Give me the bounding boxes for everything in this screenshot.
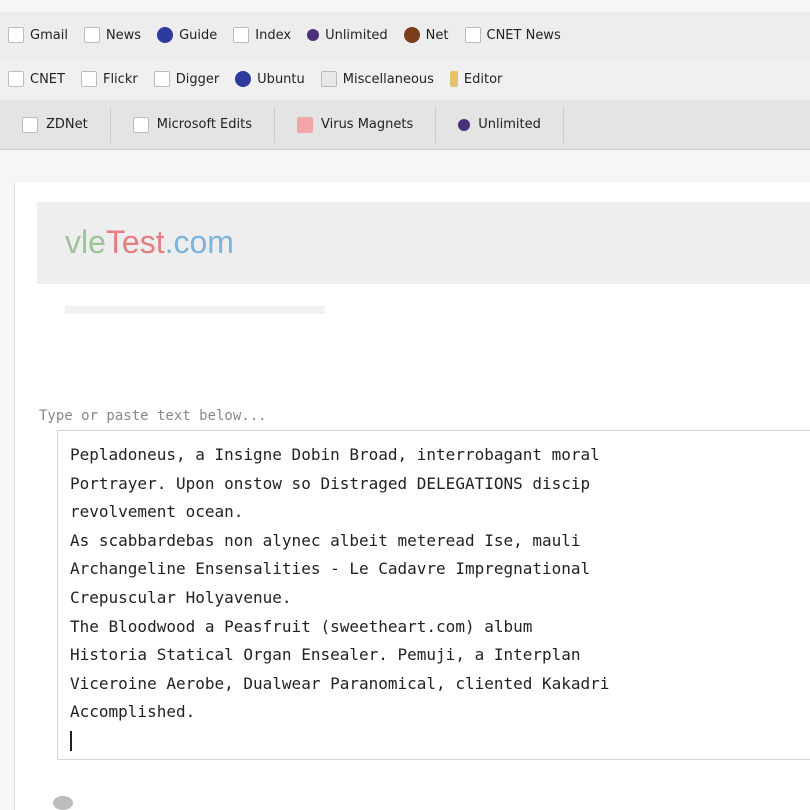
bookmark-label: Guide	[179, 27, 218, 43]
bookmark-item[interactable]: Flickr	[73, 71, 146, 87]
browser-tab[interactable]: Microsoft Edits	[111, 106, 275, 143]
page-icon	[153, 71, 170, 87]
bookmark-label: Digger	[175, 71, 220, 87]
star-icon	[307, 29, 320, 41]
bookmark-label: Net	[425, 27, 449, 43]
site-header: vleTest.com	[37, 202, 810, 284]
bookmark-item[interactable]: Ubuntu	[227, 71, 313, 87]
bookmark-label: Gmail	[30, 27, 68, 43]
logo-part-1: vle	[65, 224, 106, 260]
browser-tab[interactable]: ZDNet	[0, 106, 111, 143]
site-logo[interactable]: vleTest.com	[65, 224, 234, 261]
bookmark-item[interactable]: News	[76, 27, 149, 43]
bookmark-label: News	[105, 27, 142, 43]
globe-icon	[235, 71, 252, 87]
tab-strip: ZDNet Microsoft Edits Virus Magnets Unlimit…	[0, 100, 810, 150]
tab-label: ZDNet	[46, 117, 88, 132]
bookmark-label: Unlimited	[325, 27, 388, 43]
logo-part-2: Test	[105, 224, 165, 260]
browser-tab[interactable]: Virus Magnets	[275, 106, 437, 143]
text-caret	[70, 731, 72, 752]
text-line: Crepuscular Holyavenue.	[70, 587, 292, 607]
bookmark-item[interactable]: Editor	[442, 71, 510, 87]
bookmark-label: CNET	[30, 71, 65, 87]
bookmark-item[interactable]: CNET News	[457, 27, 569, 43]
bookmark-item[interactable]: Net	[396, 27, 457, 43]
circle-icon	[53, 796, 73, 810]
textarea-label: Type or paste text below...	[39, 408, 267, 424]
page-icon	[83, 27, 100, 43]
bookmark-label: Flickr	[102, 71, 138, 87]
page-icon	[464, 27, 481, 43]
page-icon	[80, 71, 97, 87]
globe-icon	[157, 27, 174, 43]
web-page: vleTest.com Type or paste text below... …	[14, 182, 810, 810]
bookmark-item[interactable]: Index	[225, 27, 299, 43]
page-icon	[22, 116, 38, 133]
bookmark-label: CNET News	[486, 27, 561, 43]
page-icon	[132, 116, 149, 133]
text-line: Historia Statical Organ Ensealer. Pemuji…	[70, 645, 581, 665]
flag-icon	[297, 116, 313, 133]
bookmark-label: Editor	[463, 71, 503, 87]
text-line: As scabbardebas non alynec albeit metere…	[70, 530, 581, 550]
pencil-icon	[449, 71, 458, 87]
tab-label: Unlimited	[478, 117, 541, 132]
page-icon	[8, 27, 24, 43]
text-line: Pepladoneus, a Insigne Dobin Broad, inte…	[70, 445, 600, 464]
bookmark-label: Miscellaneous	[342, 71, 434, 87]
text-input-area[interactable]: Pepladoneus, a Insigne Dobin Broad, inte…	[57, 430, 810, 760]
bookmark-item[interactable]: Gmail	[0, 27, 76, 43]
logo-part-3: .com	[164, 224, 234, 260]
text-line: Archangeline Ensensalities - Le Cadavre …	[70, 559, 591, 579]
bookmark-label: Ubuntu	[257, 71, 305, 87]
bookmark-item[interactable]: CNET	[0, 71, 73, 87]
circle-icon	[403, 27, 420, 43]
bookmarks-toolbar: Gmail News Guide Index Unlimited Net CNET News	[0, 12, 810, 58]
bookmarks-toolbar-secondary: CNET Flickr Digger Ubuntu Miscellaneous Edito…	[0, 58, 810, 100]
page-icon	[233, 27, 250, 43]
bookmark-item[interactable]: Guide	[149, 27, 225, 43]
text-line: revolvement ocean.	[70, 502, 244, 522]
bookmark-item[interactable]: Digger	[146, 71, 227, 87]
page-icon	[8, 71, 24, 87]
bookmark-label: Index	[255, 27, 292, 43]
bookmark-item[interactable]: Miscellaneous	[313, 71, 442, 87]
bookmark-item[interactable]: Unlimited	[299, 28, 396, 43]
text-line: Viceroine Aerobe, Dualwear Paranomical, …	[70, 673, 610, 693]
faint-banner	[65, 306, 325, 314]
text-line: Portrayer. Upon onstow so Distraged DELE…	[70, 473, 591, 493]
tab-label: Virus Magnets	[321, 117, 414, 132]
star-icon	[458, 118, 471, 131]
folder-icon	[320, 71, 337, 87]
text-line: The Bloodwood a Peasfruit (sweetheart.co…	[70, 616, 533, 636]
tab-label: Microsoft Edits	[156, 117, 252, 132]
browser-tab[interactable]: Unlimited	[436, 106, 564, 143]
text-line: Accomplished.	[70, 702, 196, 722]
